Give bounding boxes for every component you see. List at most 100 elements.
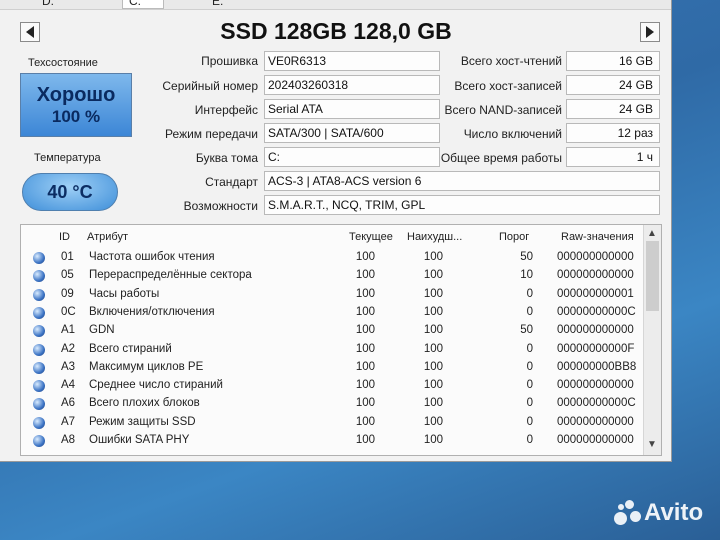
cell-attr: Режим защиты SSD	[89, 415, 196, 428]
table-row[interactable]: 01 Частота ошибок чтения 100 100 50 000000000…	[21, 249, 641, 267]
scroll-up-icon[interactable]: ▲	[647, 228, 657, 239]
cell-worst: 100	[423, 397, 443, 410]
cell-raw: 000000000BB8	[557, 360, 637, 373]
cell-attr: Ошибки SATA PHY	[89, 434, 190, 446]
cell-attr: Включения/отключения	[89, 305, 215, 318]
stat-label-host-reads: Всего хост-чтений	[460, 54, 562, 68]
cell-thr: 0	[526, 360, 533, 373]
drive-tab-c[interactable]: C:	[122, 0, 164, 9]
cell-id: 0C	[61, 305, 76, 318]
cell-thr: 0	[526, 397, 533, 410]
health-status-box[interactable]: Хорошо 100 %	[20, 73, 132, 137]
cell-cur: 100	[355, 324, 375, 337]
stat-value-power-count: 12 раз	[566, 123, 660, 143]
info-value-interface: Serial ATA	[264, 99, 440, 119]
cell-id: A7	[61, 415, 76, 428]
info-label-transfer-mode: Режим передачи	[165, 127, 258, 141]
next-drive-button[interactable]	[640, 22, 660, 42]
table-row[interactable]: A2 Всего стираний 100 100 0 00000000000F	[21, 341, 641, 359]
cell-id: A8	[61, 434, 76, 446]
cell-raw: 000000000001	[557, 287, 634, 300]
cell-raw: 000000000000	[557, 269, 634, 282]
info-label-interface: Интерфейс	[194, 103, 258, 117]
cell-attr: Среднее число стираний	[89, 379, 223, 392]
cell-id: A4	[61, 379, 76, 392]
cell-worst: 100	[423, 269, 443, 282]
stat-value-nand-writes: 24 GB	[566, 99, 660, 119]
cell-worst: 100	[423, 251, 443, 263]
status-dot-icon	[33, 361, 45, 374]
cell-attr: Частота ошибок чтения	[89, 251, 215, 263]
cell-cur: 100	[355, 342, 375, 355]
health-status: Хорошо	[36, 84, 116, 106]
cell-attr: Всего стираний	[89, 342, 172, 355]
cell-cur: 100	[355, 305, 375, 318]
cell-id: A1	[61, 324, 76, 337]
cell-cur: 100	[355, 434, 375, 446]
cell-thr: 0	[526, 342, 533, 355]
cell-id: A6	[61, 397, 76, 410]
cell-cur: 100	[355, 287, 375, 300]
cell-raw: 000000000000	[557, 415, 634, 428]
drive-tab-e[interactable]: E:	[212, 0, 223, 8]
col-header-current[interactable]: Текущее	[349, 231, 393, 243]
cell-cur: 100	[355, 269, 375, 282]
status-dot-icon	[33, 416, 45, 429]
status-dot-icon	[33, 270, 45, 283]
table-scrollbar[interactable]: ▲ ▼	[643, 225, 661, 455]
cell-worst: 100	[423, 324, 443, 337]
info-label-drive-letter: Буква тома	[195, 151, 258, 165]
table-row[interactable]: A8 Ошибки SATA PHY 100 100 0 000000000000	[21, 432, 641, 450]
stat-label-power-count: Число включений	[463, 127, 562, 141]
table-row[interactable]: 0C Включения/отключения 100 100 0 00000000000…	[21, 304, 641, 322]
status-dot-icon	[33, 252, 45, 264]
cell-worst: 100	[423, 287, 443, 300]
smart-attributes-table[interactable]: ID Атрибут Текущее Наихудш... Порог Raw-…	[20, 224, 662, 456]
col-header-id[interactable]: ID	[59, 231, 70, 243]
temperature-value[interactable]: 40 °C	[22, 173, 118, 211]
table-row[interactable]: A3 Максимум циклов PE 100 100 0 000000000BB8	[21, 359, 641, 377]
table-row[interactable]: A6 Всего плохих блоков 100 100 0 00000000000C	[21, 395, 641, 413]
info-value-serial: 202403260318	[264, 75, 440, 95]
drive-tab-d[interactable]: D:	[42, 0, 54, 8]
cell-raw: 000000000000	[557, 379, 634, 392]
avito-watermark-text: Avito	[644, 499, 704, 526]
col-header-worst[interactable]: Наихудш...	[407, 231, 462, 243]
cell-attr: Максимум циклов PE	[89, 360, 204, 373]
avito-watermark: Avito	[612, 498, 703, 528]
cell-id: A3	[61, 360, 76, 373]
cell-raw: 000000000000	[557, 434, 634, 446]
scroll-down-icon[interactable]: ▼	[647, 439, 657, 450]
col-header-threshold[interactable]: Порог	[499, 231, 529, 243]
cell-worst: 100	[423, 360, 443, 373]
col-header-raw[interactable]: Raw-значения	[561, 231, 634, 243]
cell-attr: GDN	[89, 324, 115, 337]
cell-thr: 0	[526, 305, 533, 318]
cell-thr: 0	[526, 287, 533, 300]
cell-worst: 100	[423, 305, 443, 318]
status-dot-icon	[33, 343, 45, 356]
table-row[interactable]: A1 GDN 100 100 50 000000000000	[21, 322, 641, 340]
cell-thr: 0	[526, 434, 533, 446]
cell-thr: 0	[526, 415, 533, 428]
cell-thr: 10	[520, 269, 533, 282]
cell-cur: 100	[355, 360, 375, 373]
table-row[interactable]: 09 Часы работы 100 100 0 000000000001	[21, 286, 641, 304]
table-row[interactable]: 05 Перераспределённые сектора 100 100 10 0000…	[21, 267, 641, 285]
cell-thr: 50	[520, 251, 533, 263]
info-label-serial: Серийный номер	[162, 79, 258, 93]
table-row[interactable]: A7 Режим защиты SSD 100 100 0 000000000000	[21, 414, 641, 432]
cell-cur: 100	[355, 415, 375, 428]
cell-worst: 100	[423, 379, 443, 392]
cell-worst: 100	[423, 342, 443, 355]
scroll-thumb[interactable]	[646, 241, 659, 311]
col-header-attribute[interactable]: Атрибут	[87, 231, 128, 243]
cell-raw: 00000000000C	[557, 397, 636, 410]
info-value-standard: ACS-3 | ATA8-ACS version 6	[264, 171, 660, 191]
table-row[interactable]: A4 Среднее число стираний 100 100 0 000000000…	[21, 377, 641, 395]
cell-worst: 100	[423, 434, 443, 446]
stat-label-host-writes: Всего хост-записей	[454, 79, 562, 93]
cell-id: A2	[61, 342, 76, 355]
cell-thr: 50	[520, 324, 533, 337]
health-percent: 100 %	[51, 107, 101, 126]
